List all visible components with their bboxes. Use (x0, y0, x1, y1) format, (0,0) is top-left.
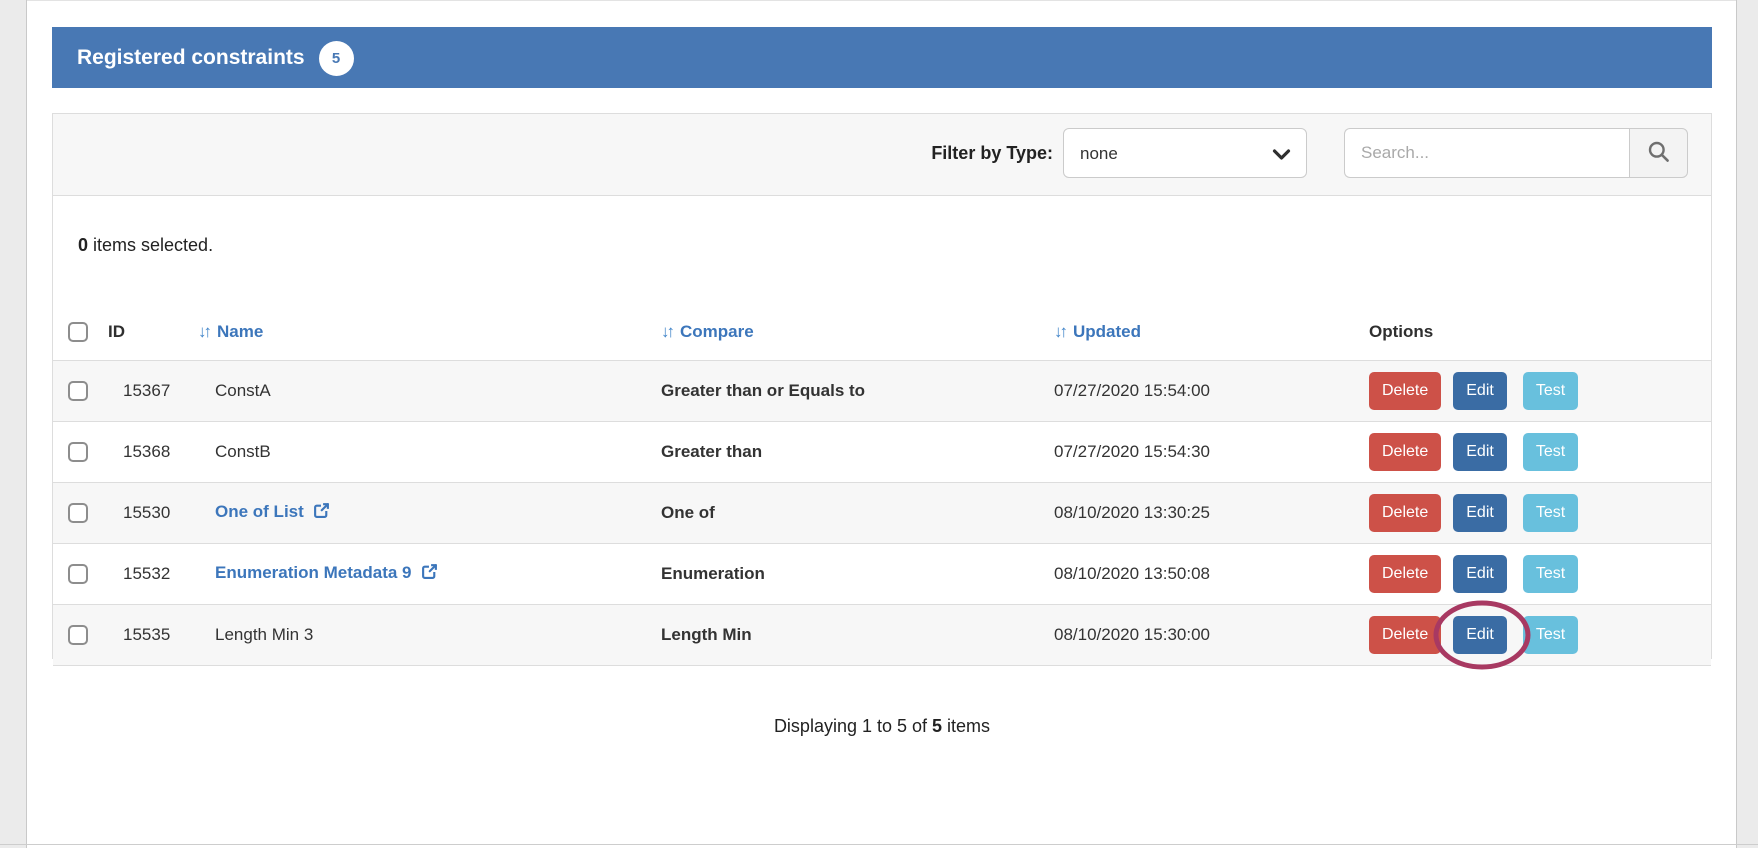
cell-name: Length Min 3 (215, 625, 313, 644)
cell-updated: 07/27/2020 15:54:30 (1039, 422, 1354, 483)
table-body: 15367 ConstA Greater than or Equals to 0… (53, 361, 1711, 666)
test-button[interactable]: Test (1523, 372, 1578, 410)
constraint-name: ConstA (215, 381, 271, 400)
cell-options: Delete Edit Test (1354, 544, 1711, 605)
edit-button[interactable]: Edit (1453, 372, 1507, 410)
filter-type-select-wrap: none (1063, 128, 1307, 178)
table-row: 15368 ConstB Greater than 07/27/2020 15:… (53, 422, 1711, 483)
delete-button[interactable]: Delete (1369, 494, 1441, 532)
footer-suffix: items (942, 716, 990, 736)
constraints-table: ID ↓↑Name ↓↑Compare ↓↑Updated Options 15… (53, 304, 1711, 666)
bottom-divider (0, 844, 1758, 845)
column-header-options: Options (1354, 304, 1711, 361)
test-button[interactable]: Test (1523, 494, 1578, 532)
delete-button[interactable]: Delete (1369, 616, 1441, 654)
cell-id: 15367 (93, 361, 183, 422)
cell-options: Delete Edit Test (1354, 483, 1711, 544)
constraint-name: Length Min 3 (215, 625, 313, 644)
cell-options: Delete Edit Test (1354, 605, 1711, 666)
cell-id: 15535 (93, 605, 183, 666)
cell-updated: 08/10/2020 13:50:08 (1039, 544, 1354, 605)
page-title: Registered constraints (77, 46, 305, 70)
filter-by-type-label: Filter by Type: (53, 114, 1053, 195)
sort-icon: ↓↑ (1054, 322, 1065, 341)
column-header-id: ID (93, 304, 183, 361)
selection-status: 0 items selected. (78, 235, 213, 256)
cell-options: Delete Edit Test (1354, 422, 1711, 483)
delete-button[interactable]: Delete (1369, 555, 1441, 593)
edit-button[interactable]: Edit (1453, 494, 1507, 532)
constraint-name[interactable]: One of List (215, 502, 304, 521)
test-button[interactable]: Test (1523, 433, 1578, 471)
footer-total: 5 (932, 716, 942, 736)
constraint-name[interactable]: Enumeration Metadata 9 (215, 563, 412, 582)
cell-compare: One of (646, 483, 1039, 544)
cell-id: 15530 (93, 483, 183, 544)
cell-updated: 07/27/2020 15:54:00 (1039, 361, 1354, 422)
right-gutter (1736, 0, 1758, 848)
column-header-updated[interactable]: ↓↑Updated (1039, 304, 1354, 361)
cell-updated: 08/10/2020 15:30:00 (1039, 605, 1354, 666)
row-checkbox[interactable] (68, 442, 88, 462)
constraint-name: ConstB (215, 442, 271, 461)
search-input[interactable] (1344, 128, 1629, 178)
delete-button[interactable]: Delete (1369, 433, 1441, 471)
delete-button[interactable]: Delete (1369, 372, 1441, 410)
row-checkbox[interactable] (68, 381, 88, 401)
row-checkbox[interactable] (68, 625, 88, 645)
footer-prefix: Displaying 1 to 5 of (774, 716, 932, 736)
cell-id: 15368 (93, 422, 183, 483)
row-checkbox[interactable] (68, 564, 88, 584)
external-link-icon (313, 502, 330, 524)
table-row: 15367 ConstA Greater than or Equals to 0… (53, 361, 1711, 422)
count-badge: 5 (319, 41, 354, 76)
search-group (1344, 128, 1688, 178)
cell-name: ConstB (215, 442, 271, 461)
selection-suffix: items selected. (88, 235, 213, 255)
table-header-row: ID ↓↑Name ↓↑Compare ↓↑Updated Options (53, 304, 1711, 361)
row-checkbox[interactable] (68, 503, 88, 523)
left-gutter (0, 0, 27, 848)
table-row: 15535 Length Min 3 Length Min 08/10/2020… (53, 605, 1711, 666)
constraints-panel: Filter by Type: none 0 items selected. (52, 113, 1712, 659)
table-row: 15530 One of List One of 08/10/2020 13:3… (53, 483, 1711, 544)
cell-id: 15532 (93, 544, 183, 605)
cell-name: Enumeration Metadata 9 (215, 563, 438, 582)
cell-compare: Greater than or Equals to (646, 361, 1039, 422)
select-all-checkbox[interactable] (68, 322, 88, 342)
selection-count: 0 (78, 235, 88, 255)
filter-toolbar: Filter by Type: none (53, 114, 1711, 196)
cell-compare: Enumeration (646, 544, 1039, 605)
cell-name: ConstA (215, 381, 271, 400)
external-link-icon (421, 563, 438, 585)
column-header-compare[interactable]: ↓↑Compare (646, 304, 1039, 361)
sort-icon: ↓↑ (198, 322, 209, 341)
pagination-status: Displaying 1 to 5 of 5 items (52, 716, 1712, 737)
filter-type-select[interactable]: none (1063, 128, 1307, 178)
search-icon (1647, 140, 1670, 166)
table-row: 15532 Enumeration Metadata 9 Enumeration… (53, 544, 1711, 605)
cell-name: One of List (215, 502, 330, 521)
column-header-name[interactable]: ↓↑Name (183, 304, 646, 361)
sort-icon: ↓↑ (661, 322, 672, 341)
edit-button[interactable]: Edit (1453, 555, 1507, 593)
test-button[interactable]: Test (1523, 555, 1578, 593)
cell-compare: Length Min (646, 605, 1039, 666)
cell-updated: 08/10/2020 13:30:25 (1039, 483, 1354, 544)
search-button[interactable] (1629, 128, 1688, 178)
top-divider (27, 0, 1736, 1)
cell-compare: Greater than (646, 422, 1039, 483)
edit-button[interactable]: Edit (1453, 433, 1507, 471)
cell-options: Delete Edit Test (1354, 361, 1711, 422)
test-button[interactable]: Test (1523, 616, 1578, 654)
edit-button[interactable]: Edit (1453, 616, 1507, 654)
panel-header: Registered constraints 5 (52, 27, 1712, 88)
